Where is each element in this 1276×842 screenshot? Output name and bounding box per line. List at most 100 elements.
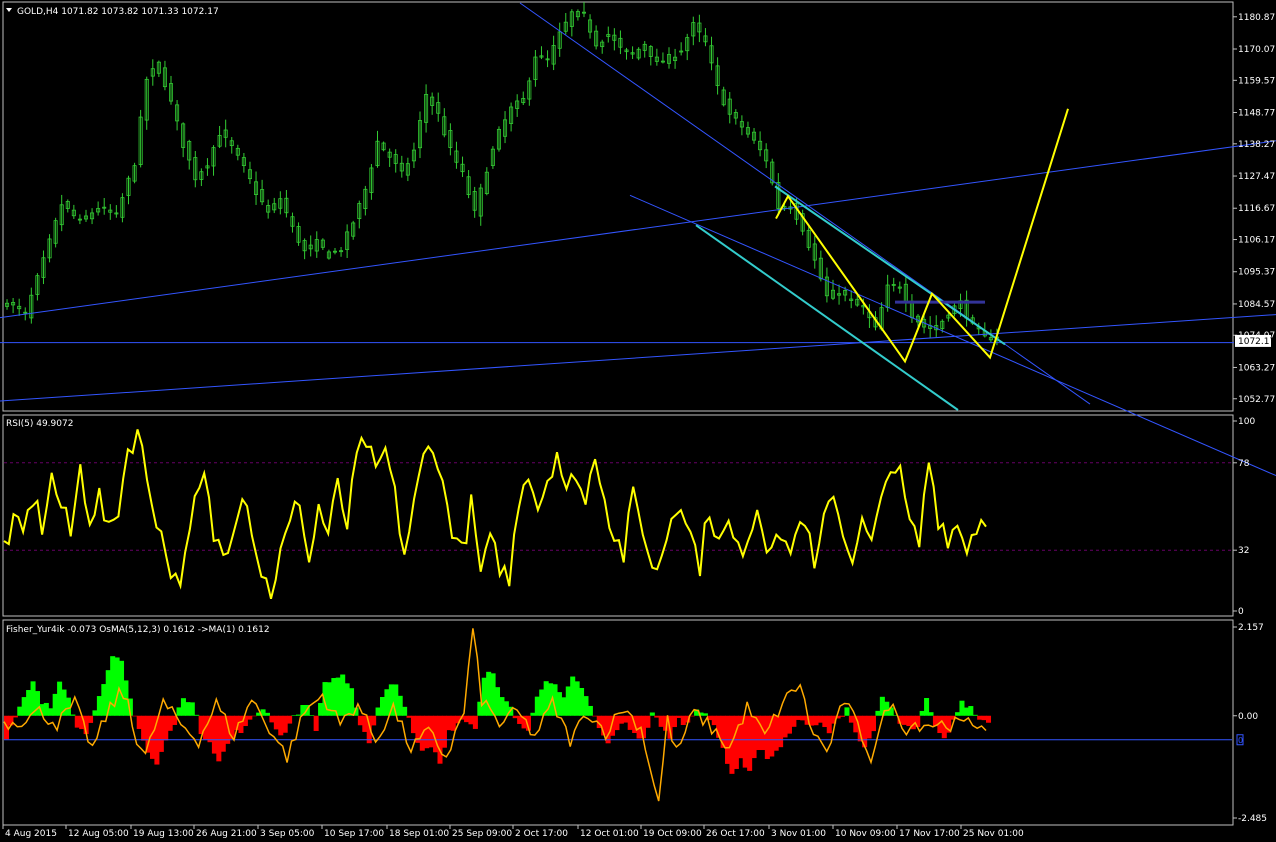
osma-bar-positive: [34, 691, 40, 716]
time-axis-label: 4 Aug 2015: [5, 829, 57, 839]
fisher-signal-label: 0: [1238, 736, 1243, 745]
osma-bar-positive: [556, 692, 562, 716]
osma-bar-negative: [167, 715, 173, 731]
price-axis-label: 1138.27: [1238, 140, 1275, 150]
osma-bar-positive: [844, 707, 850, 716]
osma-bar-negative: [747, 715, 753, 771]
osma-bar-negative: [163, 715, 169, 741]
osma-bar-negative: [446, 715, 452, 731]
fisher-axis-label: 0.00: [1238, 712, 1258, 722]
osma-bar-positive: [702, 713, 708, 716]
time-axis-label: 26 Oct 17:00: [706, 829, 765, 839]
osma-bar-negative: [986, 715, 992, 723]
osma-bar-negative: [733, 715, 739, 769]
osma-bar-negative: [870, 715, 877, 732]
osma-bar-positive: [92, 710, 98, 716]
osma-bar-positive: [70, 714, 76, 716]
rsi-axis-label: 32: [1238, 546, 1249, 556]
osma-bar-negative: [406, 715, 412, 718]
price-axis-label: 1148.77: [1238, 109, 1275, 119]
osma-bar-negative: [840, 715, 846, 717]
osma-bar-negative: [472, 715, 478, 729]
osma-bar-positive: [649, 712, 655, 716]
rsi-axis-label: 78: [1238, 459, 1250, 469]
osma-bar-positive: [185, 702, 191, 716]
osma-bar-negative: [817, 715, 823, 723]
price-axis-label: 1063.27: [1238, 363, 1275, 373]
osma-bar-negative: [512, 715, 518, 719]
osma-bar-positive: [309, 715, 315, 716]
osma-bar-negative: [313, 715, 319, 731]
osma-bar-positive: [318, 703, 324, 716]
osma-bar-negative: [658, 715, 664, 727]
price-axis-label: 1116.67: [1238, 204, 1275, 214]
osma-bar-positive: [349, 688, 355, 716]
time-axis-label: 2 Oct 17:00: [515, 829, 568, 839]
rsi-axis-label: 0: [1238, 607, 1244, 617]
osma-bar-positive: [176, 707, 182, 716]
time-axis-label: 3 Sep 05:00: [260, 829, 315, 839]
osma-bar-negative: [371, 715, 377, 726]
osma-bar-positive: [884, 701, 890, 716]
osma-bar-negative: [464, 715, 470, 723]
osma-bar-negative: [211, 715, 217, 754]
osma-bar-positive: [565, 686, 571, 716]
time-axis-label: 25 Nov 01:00: [963, 829, 1024, 839]
osma-bar-negative: [645, 715, 651, 728]
osma-bar-negative: [614, 715, 620, 731]
time-axis-label: 12 Aug 05:00: [68, 829, 129, 839]
osma-bar-negative: [786, 715, 792, 734]
osma-bar-negative: [282, 715, 288, 733]
osma-bar-negative: [424, 715, 430, 749]
osma-bar-negative: [654, 715, 660, 718]
osma-bar-positive: [379, 696, 386, 716]
osma-bar-negative: [866, 715, 872, 739]
osma-bar-positive: [570, 676, 576, 716]
osma-bar-positive: [384, 689, 390, 716]
osma-bar-negative: [441, 715, 447, 748]
osma-bar-positive: [875, 710, 881, 716]
osma-bar-positive: [96, 696, 102, 716]
osma-bar-positive: [955, 712, 961, 716]
osma-bar-negative: [251, 715, 257, 717]
osma-bar-negative: [88, 715, 94, 723]
osma-bar-positive: [561, 697, 567, 716]
osma-bar-negative: [782, 715, 788, 738]
osma-bar-negative: [800, 715, 806, 721]
osma-bar-positive: [579, 687, 585, 716]
rsi-indicator-title: RSI(5) 49.9072: [6, 419, 73, 429]
osma-bar-positive: [499, 697, 505, 716]
osma-bar-positive: [291, 715, 297, 716]
time-axis-label: 12 Oct 01:00: [580, 829, 639, 839]
price-axis-label: 1127.47: [1238, 172, 1275, 182]
osma-bar-negative: [822, 715, 828, 728]
osma-bar-positive: [481, 677, 487, 716]
price-axis-label: 1159.57: [1238, 76, 1275, 86]
osma-bar-negative: [676, 715, 682, 718]
osma-bar-negative: [671, 715, 677, 728]
osma-bar-negative: [751, 715, 757, 759]
osma-bar-positive: [539, 689, 545, 716]
time-axis-label: 17 Nov 17:00: [899, 829, 960, 839]
osma-bar-negative: [136, 715, 142, 729]
osma-bar-positive: [17, 706, 23, 716]
trading-chart[interactable]: 1180.87 1170.07 1159.57 1148.77 1138.27 1127.…: [0, 0, 1276, 842]
osma-bar-negative: [12, 715, 18, 718]
price-axis-label: 1180.87: [1238, 13, 1275, 23]
price-axis-label: 1095.37: [1238, 268, 1275, 278]
osma-bar-positive: [189, 702, 195, 716]
osma-bar-negative: [711, 715, 717, 726]
osma-bar-positive: [534, 696, 540, 716]
osma-bar-negative: [981, 715, 987, 721]
osma-bar-negative: [618, 715, 624, 724]
osma-bar-positive: [335, 677, 341, 716]
osma-bar-positive: [928, 712, 934, 716]
time-axis-label: 19 Aug 13:00: [133, 829, 194, 839]
time-axis-label: 10 Nov 09:00: [835, 829, 896, 839]
fisher-axis-label: -2.485: [1238, 814, 1267, 824]
osma-bar-negative: [273, 715, 279, 730]
osma-bar-negative: [901, 715, 907, 725]
osma-bar-negative: [287, 715, 293, 724]
osma-bar-negative: [74, 715, 80, 728]
osma-bar-negative: [764, 715, 770, 760]
